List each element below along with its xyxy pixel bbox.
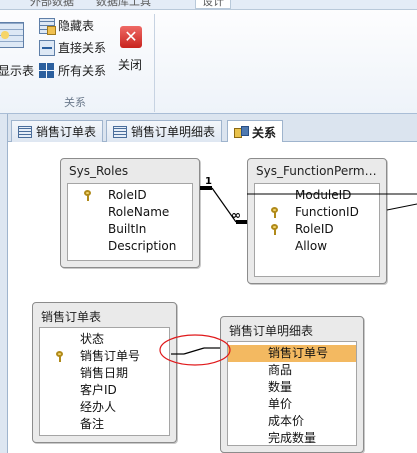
relationships-icon bbox=[234, 126, 249, 138]
ribbon-tab-strip: 外部数据 数据库工具 设计 bbox=[0, 0, 417, 10]
table-icon bbox=[18, 125, 32, 138]
table-icon bbox=[113, 125, 127, 138]
direct-relations-button[interactable]: 直接关系 bbox=[39, 39, 106, 56]
one-side-label: 1 bbox=[205, 176, 212, 187]
highlight-circle bbox=[159, 334, 231, 366]
hide-table-label: 隐藏表 bbox=[58, 19, 95, 33]
close-label: 关闭 bbox=[117, 58, 142, 72]
navigation-pane-edge[interactable] bbox=[0, 114, 8, 453]
ribbon: 显示表 隐藏表 直接关系 所有关系 ✕ 关闭 关系 bbox=[0, 10, 417, 114]
hide-table-button[interactable]: 隐藏表 bbox=[39, 17, 95, 35]
document-tab-bar: 销售订单表 销售订单明细表 关系 bbox=[8, 114, 417, 143]
all-relations-label: 所有关系 bbox=[58, 64, 107, 78]
ribbon-tab-design[interactable]: 设计 bbox=[195, 0, 231, 9]
relationships-canvas[interactable]: Sys_Roles RoleID RoleName BuiltIn Descri… bbox=[8, 142, 417, 453]
close-icon: ✕ bbox=[120, 26, 142, 48]
direct-relations-icon bbox=[39, 39, 55, 56]
tab-label: 关系 bbox=[252, 125, 277, 140]
ribbon-tab-database-tools[interactable]: 数据库工具 bbox=[96, 0, 151, 9]
tab-label: 销售订单表 bbox=[36, 125, 97, 139]
show-table-button[interactable]: 显示表 bbox=[0, 18, 36, 88]
all-relations-button[interactable]: 所有关系 bbox=[39, 62, 106, 79]
show-table-label: 显示表 bbox=[0, 64, 34, 78]
ribbon-tab-external-data[interactable]: 外部数据 bbox=[30, 0, 74, 9]
close-relations-button[interactable]: ✕ 关闭 bbox=[113, 24, 147, 80]
ribbon-group-label: 关系 bbox=[64, 96, 86, 109]
hide-table-icon bbox=[39, 17, 56, 35]
tab-sales-order[interactable]: 销售订单表 bbox=[11, 120, 104, 142]
relationship-lines: 1 ∞ bbox=[159, 176, 417, 366]
tab-relationships[interactable]: 关系 bbox=[227, 120, 284, 143]
add-icon bbox=[0, 28, 12, 42]
tab-sales-order-detail[interactable]: 销售订单明细表 bbox=[106, 120, 223, 142]
relationship-order-detail[interactable] bbox=[171, 347, 220, 355]
many-side-label: ∞ bbox=[231, 208, 241, 222]
all-relations-icon bbox=[39, 62, 55, 79]
direct-relations-label: 直接关系 bbox=[58, 41, 107, 55]
group-separator bbox=[154, 14, 155, 112]
access-window: 外部数据 数据库工具 设计 显示表 隐藏表 直接关系 所有关系 ✕ 关闭 关系 bbox=[0, 0, 417, 453]
tab-label: 销售订单明细表 bbox=[131, 125, 216, 139]
